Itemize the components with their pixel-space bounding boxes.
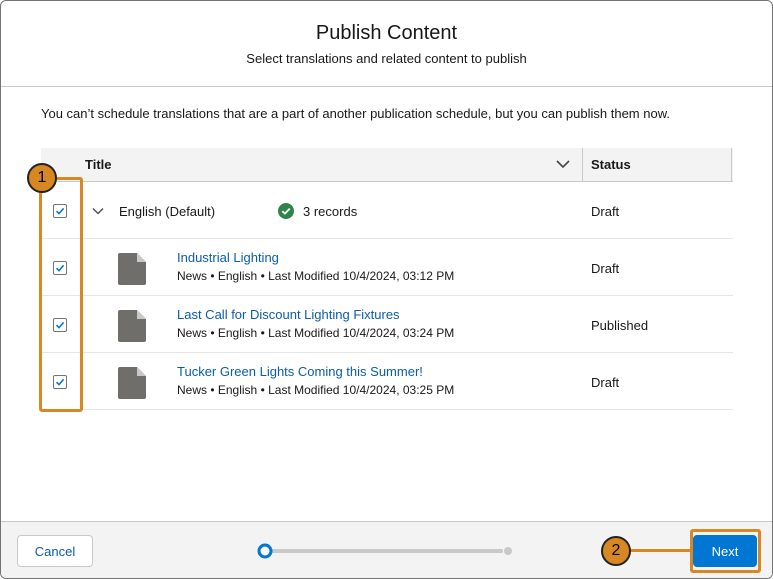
column-divider [731, 148, 732, 181]
chevron-down-icon[interactable] [91, 204, 105, 221]
group-record-count: 3 records [303, 204, 358, 219]
progress-indicator [257, 543, 512, 559]
modal-header: Publish Content Select translations and … [1, 1, 772, 87]
callout-connector [629, 549, 691, 552]
modal-title: Publish Content [315, 22, 458, 44]
cancel-button[interactable]: Cancel [17, 535, 93, 567]
status-badge: Draft [591, 204, 620, 219]
publish-content-modal: Publish Content Select translations and … [0, 0, 773, 579]
table-row: Last Call for Discount Lighting Fixtures… [41, 296, 733, 353]
document-icon [118, 253, 146, 288]
modal-subtitle: Select translations and related content … [246, 51, 527, 66]
check-circle-icon [278, 203, 294, 219]
item-meta: News • English • Last Modified 10/4/2024… [177, 326, 455, 340]
status-badge: Draft [591, 261, 620, 276]
status-badge: Published [591, 318, 649, 333]
document-icon [118, 367, 146, 402]
progress-step-2 [504, 547, 512, 555]
callout-highlight-next [690, 529, 761, 573]
chevron-down-icon[interactable] [555, 156, 571, 172]
table-header: Title Status [41, 148, 733, 182]
table-row: Industrial Lighting News • English • Las… [41, 239, 733, 296]
item-title-link[interactable]: Tucker Green Lights Coming this Summer! [177, 364, 423, 379]
item-meta: News • English • Last Modified 10/4/2024… [177, 269, 455, 283]
status-badge: Draft [591, 375, 620, 390]
table-row-group: English (Default) 3 records Draft [41, 182, 733, 239]
schedule-notice: You can’t schedule translations that are… [41, 106, 670, 121]
item-title-link[interactable]: Last Call for Discount Lighting Fixtures [177, 307, 400, 322]
callout-badge-2: 2 [601, 536, 631, 566]
callout-highlight-checkboxes [39, 177, 83, 412]
table-row: Tucker Green Lights Coming this Summer! … [41, 353, 733, 410]
callout-badge-1: 1 [27, 163, 57, 193]
item-meta: News • English • Last Modified 10/4/2024… [177, 383, 455, 397]
document-icon [118, 310, 146, 345]
item-title-link[interactable]: Industrial Lighting [177, 250, 279, 265]
column-header-status[interactable]: Status [591, 157, 631, 172]
column-divider [582, 148, 583, 181]
column-header-title[interactable]: Title [85, 157, 112, 172]
progress-step-1 [257, 543, 273, 559]
content-table: Title Status English (Default) 3 records… [41, 148, 733, 410]
group-label: English (Default) [119, 204, 216, 219]
